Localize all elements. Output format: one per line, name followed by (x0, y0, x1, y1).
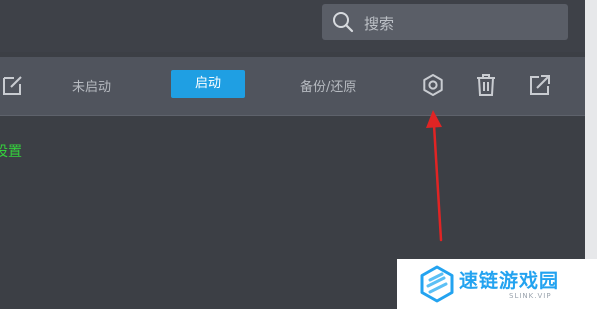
watermark: 速链游戏园 SLINK.VIP (397, 259, 597, 309)
search-placeholder: 搜索 (364, 15, 395, 33)
share-icon[interactable] (527, 72, 553, 98)
backup-restore-button[interactable]: 备份/还原 (300, 76, 356, 95)
not-started-status: 未启动 (72, 80, 112, 95)
watermark-subtitle: SLINK.VIP (509, 292, 552, 300)
settings-link[interactable]: 设置 (0, 141, 22, 161)
top-bar: 搜索 (0, 0, 585, 52)
edit-icon[interactable] (0, 72, 26, 98)
watermark-logo-icon (420, 265, 454, 303)
search-icon (333, 12, 354, 33)
toolbar: 未启动 启动 备份/还原 (0, 57, 585, 116)
start-button[interactable]: 启动 (171, 70, 245, 98)
trash-icon[interactable] (473, 72, 499, 98)
gear-icon[interactable] (420, 72, 446, 98)
watermark-title: 速链游戏园 (459, 270, 560, 292)
search-box[interactable]: 搜索 (322, 4, 568, 40)
